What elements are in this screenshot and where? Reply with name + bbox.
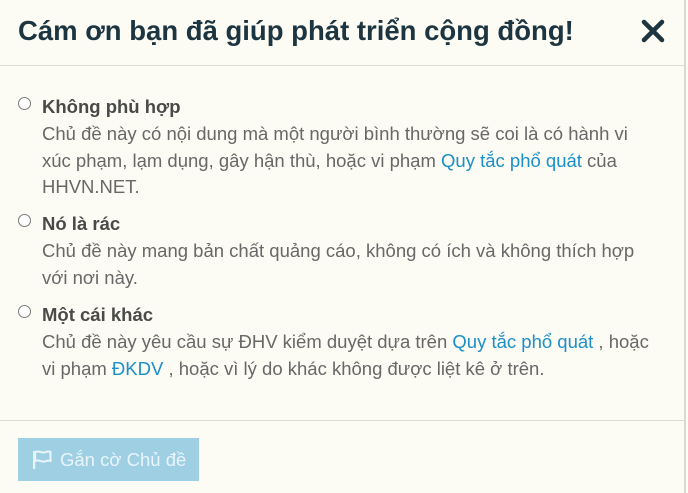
option-description: Chủ đề này yêu cầu sự ĐHV kiểm duyệt dựa… [42,329,652,382]
radio-other[interactable] [18,305,31,318]
modal-footer: Gắn cờ Chủ đề [0,421,684,493]
radio-spam[interactable] [18,214,31,227]
close-icon[interactable] [640,16,666,46]
universal-rules-link[interactable]: Quy tắc phổ quát [441,150,582,171]
flag-icon [33,449,52,469]
option-description: Chủ đề này có nội dung mà một người bình… [42,121,652,201]
radio-inappropriate[interactable] [18,97,31,110]
modal-header: Cám ơn bạn đã giúp phát triển cộng đồng! [0,0,684,66]
option-title: Nó là rác [42,213,121,234]
flag-button-label: Gắn cờ Chủ đề [60,448,187,470]
flag-topic-modal: Cám ơn bạn đã giúp phát triển cộng đồng!… [0,0,686,493]
option-desc-text: Chủ đề này yêu cầu sự ĐHV kiểm duyệt dựa… [42,331,453,352]
modal-body: Không phù hợp Chủ đề này có nội dung mà … [0,66,684,421]
universal-rules-link[interactable]: Quy tắc phổ quát [452,331,593,352]
option-title: Không phù hợp [42,96,181,117]
option-desc-text: , hoặc vì lý do khác không được liệt kê … [163,357,545,379]
option-description: Chủ đề này mang bản chất quảng cáo, khôn… [42,240,635,288]
modal-title: Cám ơn bạn đã giúp phát triển cộng đồng! [18,15,574,46]
option-title: Một cái khác [42,304,154,325]
flag-topic-button[interactable]: Gắn cờ Chủ đề [18,438,199,481]
tos-link[interactable]: ĐKDV [112,358,163,379]
